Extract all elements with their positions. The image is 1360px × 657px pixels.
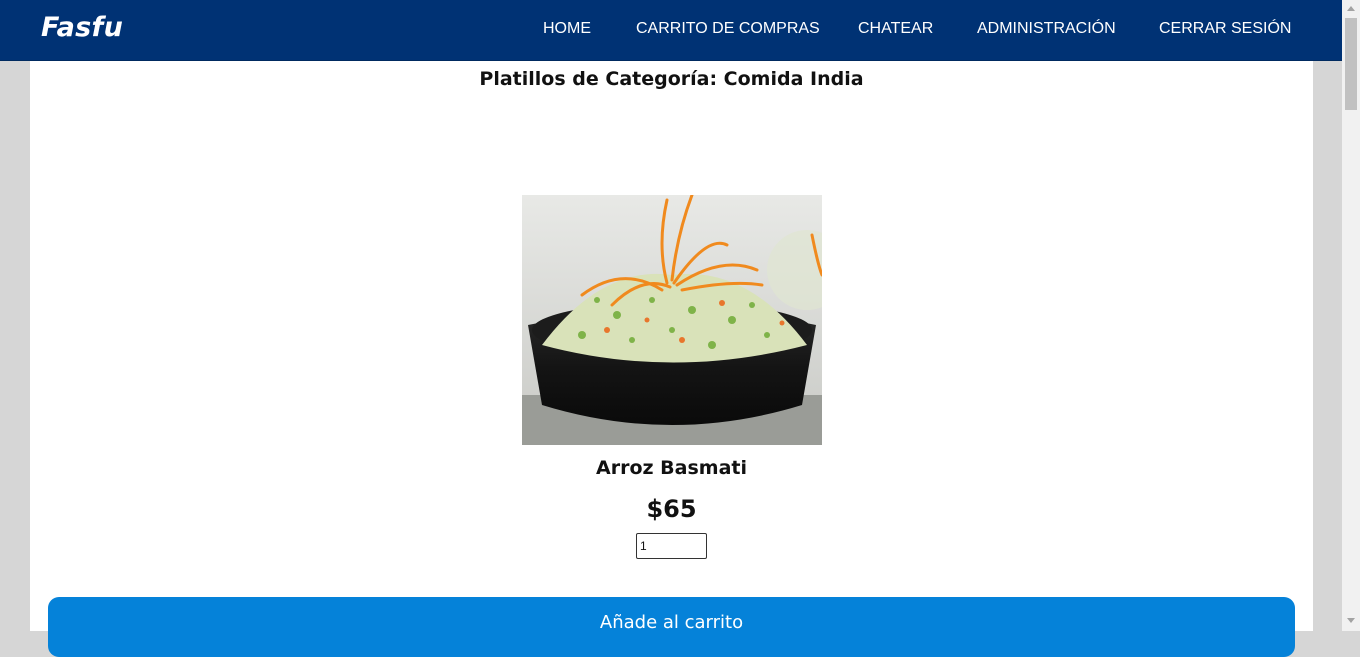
nav-link-cart[interactable]: CARRITO DE COMPRAS <box>636 20 820 38</box>
quantity-input[interactable] <box>636 533 707 559</box>
scroll-thumb[interactable] <box>1345 18 1357 110</box>
product-name: Arroz Basmati <box>596 457 747 479</box>
product-price: $65 <box>646 495 697 523</box>
vertical-scrollbar[interactable] <box>1342 0 1360 631</box>
scroll-up-icon[interactable] <box>1347 6 1355 11</box>
nav-link-home[interactable]: HOME <box>543 20 591 38</box>
nav-link-admin[interactable]: ADMINISTRACIÓN <box>977 20 1116 38</box>
nav-link-logout[interactable]: CERRAR SESIÓN <box>1159 20 1291 38</box>
brand-logo[interactable]: Fasfu <box>41 12 123 43</box>
add-to-cart-button[interactable]: Añade al carrito <box>48 597 1295 657</box>
nav-link-chat[interactable]: CHATEAR <box>858 20 933 38</box>
product-image <box>522 195 822 445</box>
scroll-down-icon[interactable] <box>1347 618 1355 623</box>
page-title: Platillos de Categoría: Comida India <box>479 68 864 90</box>
top-navbar: Fasfu HOME CARRITO DE COMPRAS CHATEAR AD… <box>0 0 1342 61</box>
main-content: Platillos de Categoría: Comida India Arr… <box>30 61 1313 657</box>
